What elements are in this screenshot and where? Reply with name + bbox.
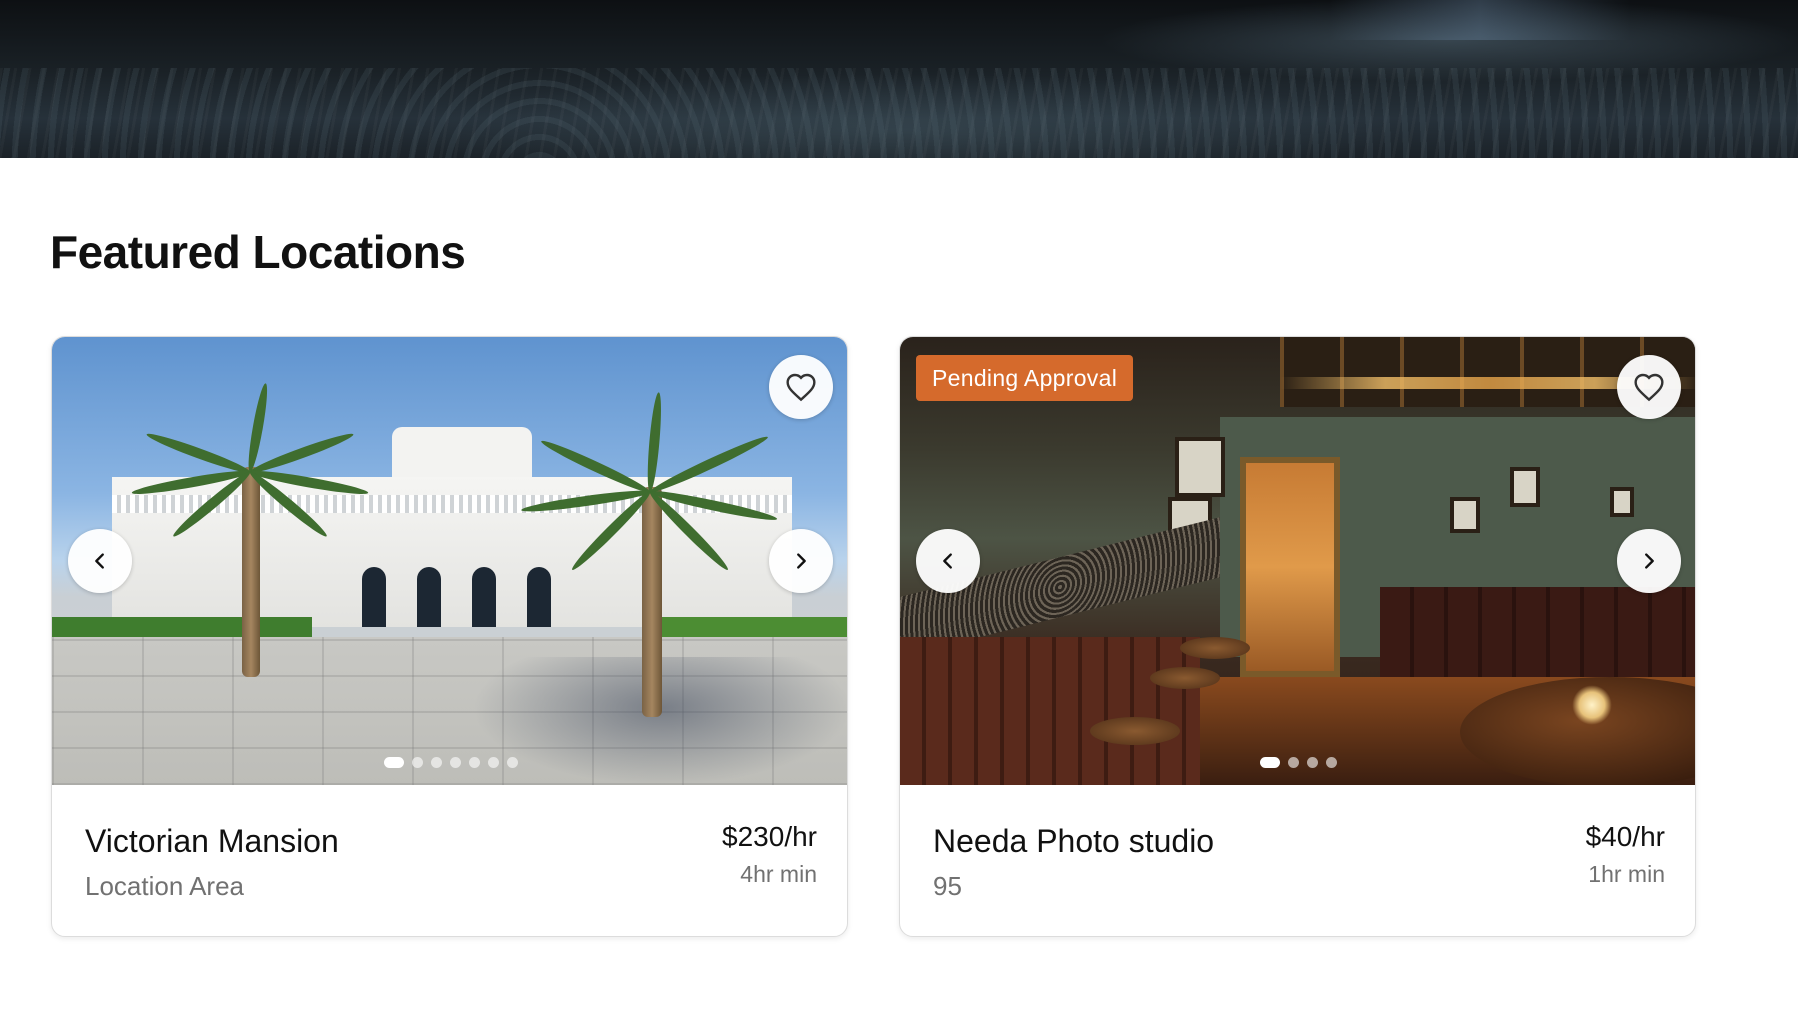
pagination-dot[interactable] xyxy=(1307,757,1318,768)
location-name[interactable]: Victorian Mansion xyxy=(85,823,339,860)
chevron-right-icon xyxy=(797,553,806,569)
favorite-button[interactable] xyxy=(769,355,833,419)
minimum-hours: 1hr min xyxy=(1588,861,1665,887)
section-title: Featured Locations xyxy=(50,226,466,278)
pagination-dot[interactable] xyxy=(449,757,461,768)
previous-image-button[interactable] xyxy=(68,529,132,593)
pagination-dot[interactable] xyxy=(430,757,442,768)
heart-outline-icon xyxy=(1634,373,1664,402)
pending-approval-badge: Pending Approval xyxy=(916,355,1134,401)
image-pagination-dots xyxy=(52,757,847,768)
pagination-dot[interactable] xyxy=(468,757,480,768)
next-image-button[interactable] xyxy=(1617,529,1681,593)
pagination-dot[interactable] xyxy=(383,757,404,768)
location-card[interactable]: Pending Approval Needa Photo studio 95 $… xyxy=(899,336,1696,937)
location-photo[interactable]: Pending Approval xyxy=(900,337,1695,785)
minimum-hours: 4hr min xyxy=(740,861,817,887)
pagination-dot[interactable] xyxy=(1260,757,1280,768)
favorite-button[interactable] xyxy=(1617,355,1681,419)
pagination-dot[interactable] xyxy=(1288,757,1299,768)
heart-outline-icon xyxy=(786,373,816,402)
image-pagination-dots xyxy=(900,757,1695,768)
pagination-dot[interactable] xyxy=(1326,757,1337,768)
location-area: Location Area xyxy=(85,871,245,901)
location-photo[interactable] xyxy=(52,337,847,785)
location-card[interactable]: Victorian Mansion Location Area $230/hr … xyxy=(51,336,848,937)
chevron-left-icon xyxy=(95,553,104,569)
pagination-dot[interactable] xyxy=(487,757,499,768)
next-image-button[interactable] xyxy=(769,529,833,593)
location-name[interactable]: Needa Photo studio xyxy=(933,823,1214,860)
chevron-right-icon xyxy=(1645,553,1654,569)
location-area: 95 xyxy=(933,871,962,901)
pagination-dot[interactable] xyxy=(506,757,518,768)
previous-image-button[interactable] xyxy=(916,529,980,593)
hourly-price: $230/hr xyxy=(722,821,817,852)
pagination-dot[interactable] xyxy=(411,757,423,768)
hourly-price: $40/hr xyxy=(1585,821,1665,852)
chevron-left-icon xyxy=(943,553,952,569)
hero-banner-image xyxy=(0,0,1798,158)
